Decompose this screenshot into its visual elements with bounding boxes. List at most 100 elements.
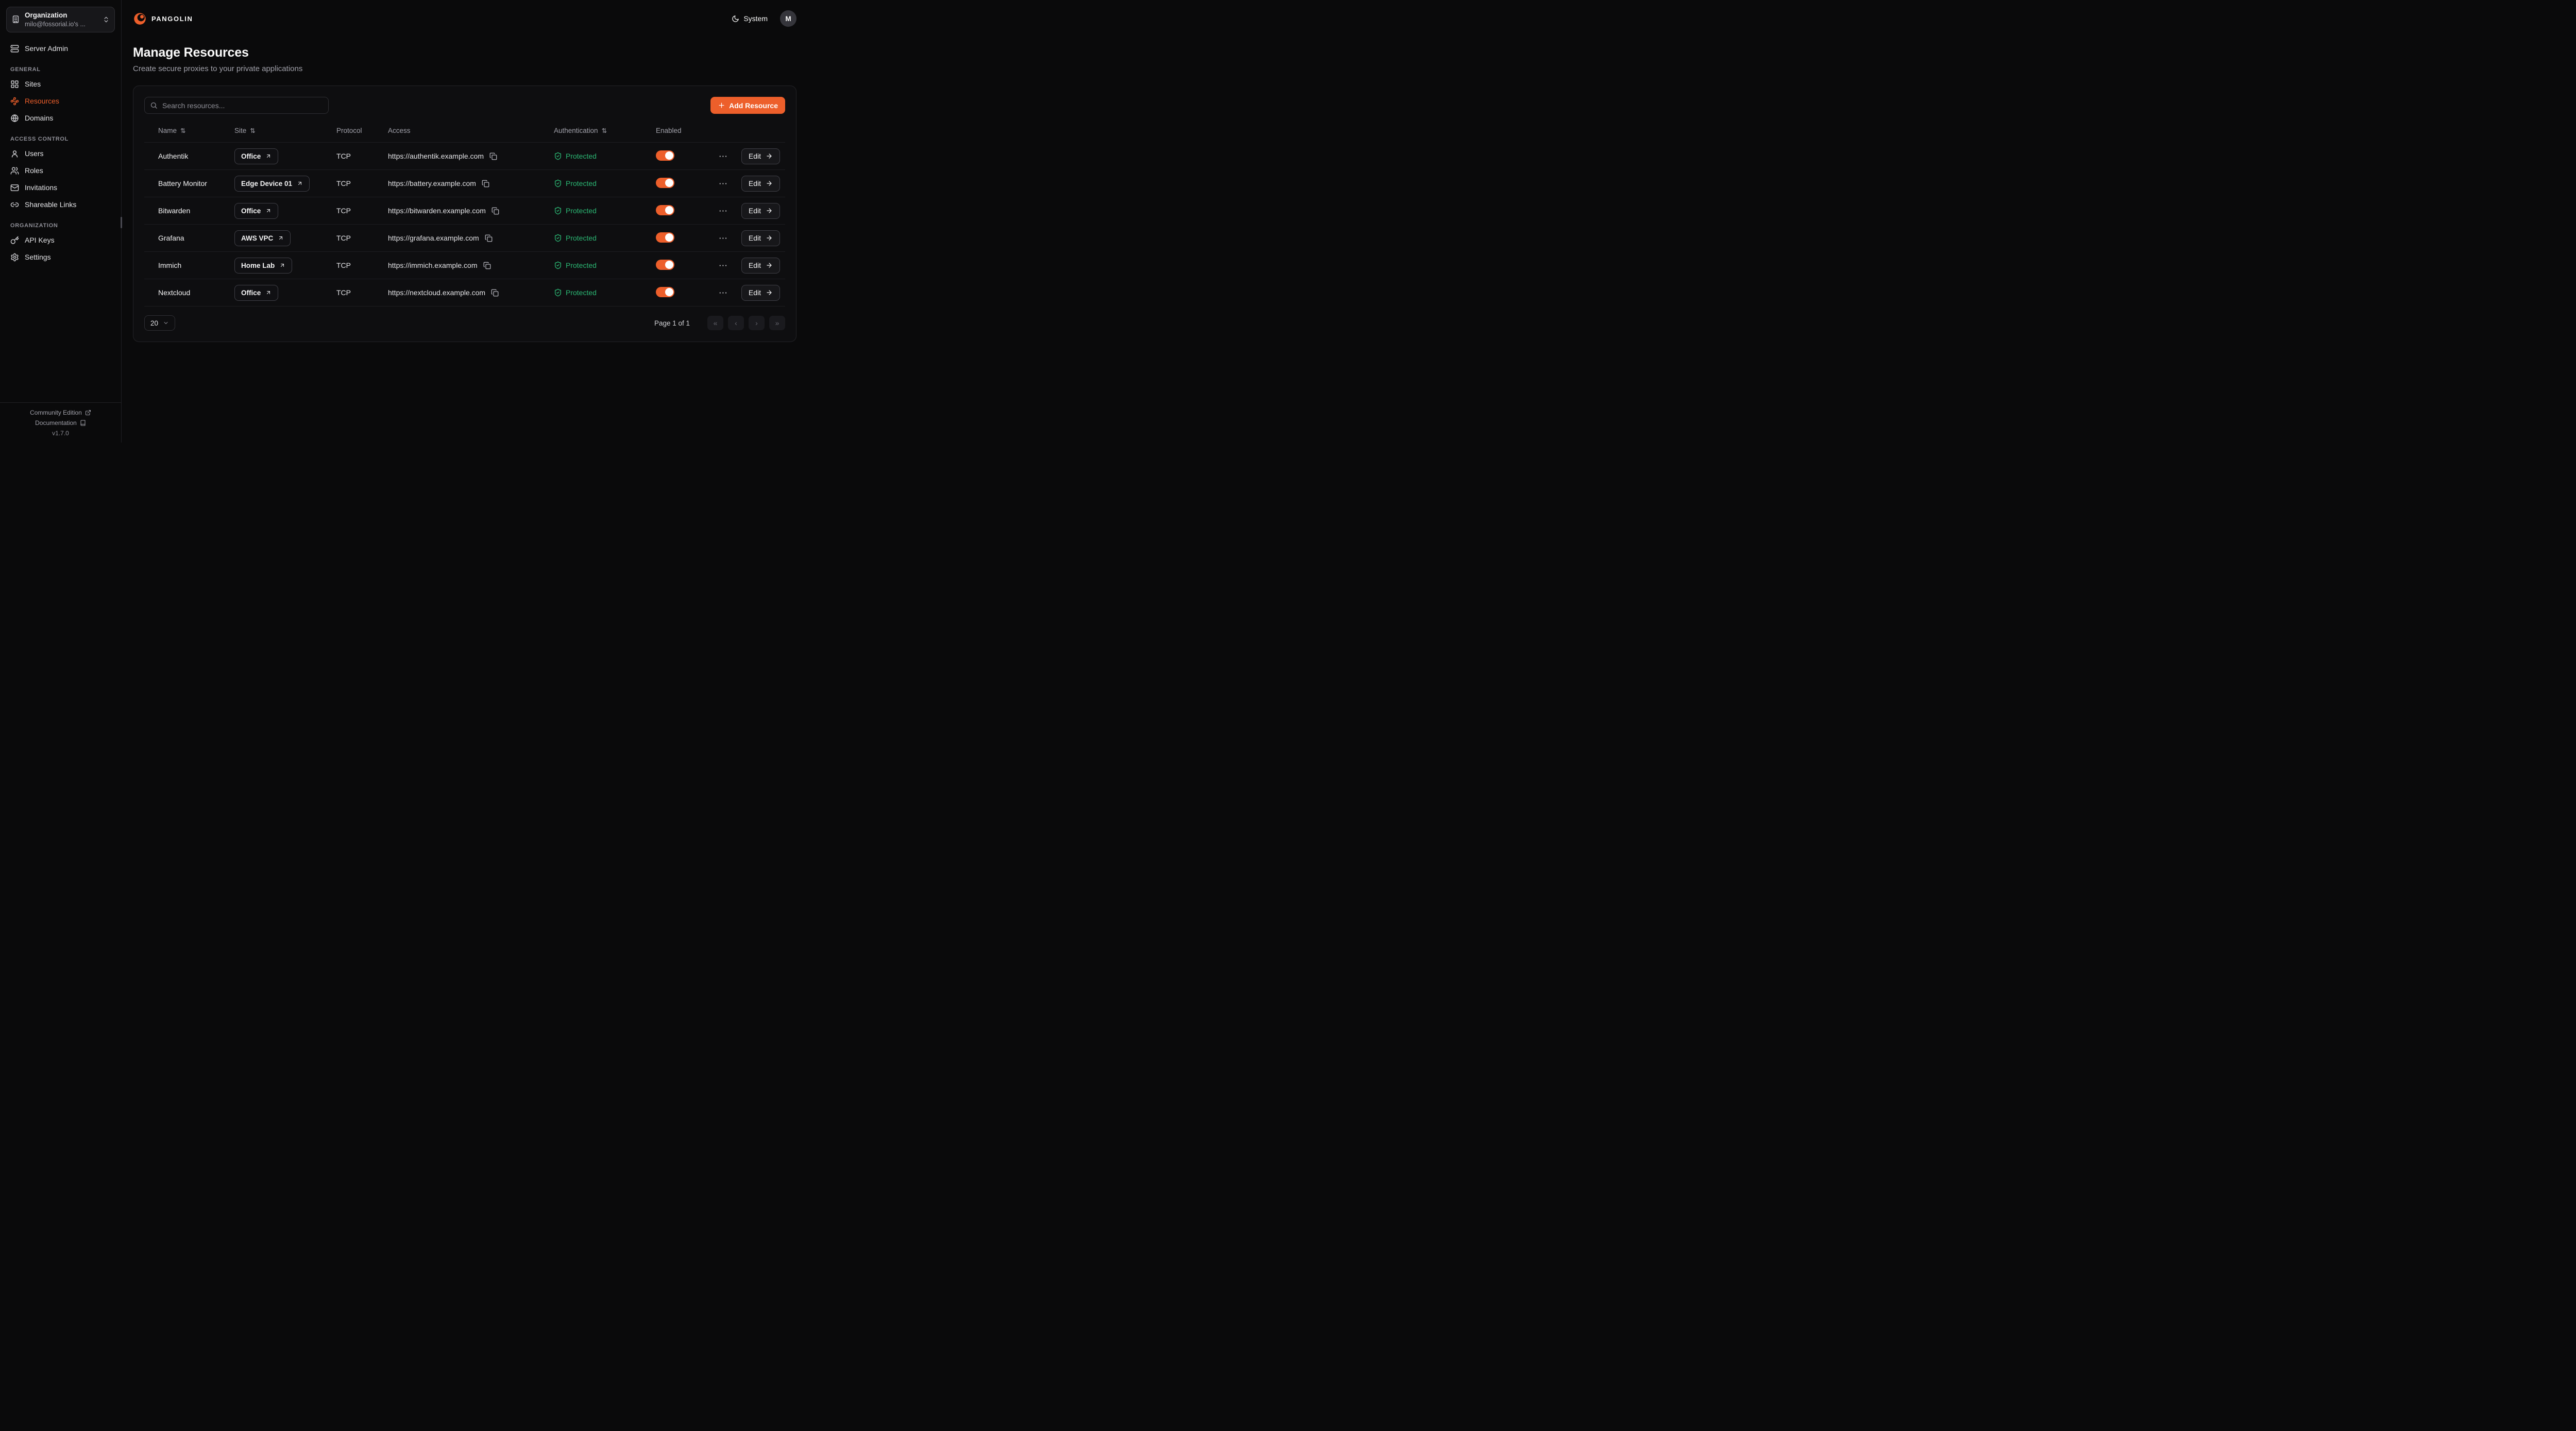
- edit-button[interactable]: Edit: [741, 285, 780, 301]
- enabled-toggle[interactable]: [656, 205, 674, 215]
- sidebar-item-label: Domains: [25, 114, 53, 122]
- page-title: Manage Resources: [133, 45, 796, 60]
- sort-icon[interactable]: ⇅: [602, 127, 607, 134]
- copy-url-button[interactable]: [491, 289, 499, 297]
- sidebar-item-shareable-links[interactable]: Shareable Links: [6, 197, 115, 213]
- sort-icon[interactable]: ⇅: [250, 127, 255, 134]
- next-page-button[interactable]: ›: [749, 316, 765, 330]
- site-name: AWS VPC: [241, 234, 273, 242]
- first-page-button[interactable]: «: [707, 316, 723, 330]
- page-size-value: 20: [150, 319, 158, 327]
- column-header-name[interactable]: Name ⇅: [158, 127, 234, 134]
- resource-name: Immich: [158, 261, 234, 269]
- waypoints-icon: [10, 97, 19, 106]
- table-row: Grafana AWS VPC TCP https://grafana.exam…: [144, 225, 785, 252]
- copy-icon: [491, 289, 499, 297]
- sidebar-item-domains[interactable]: Domains: [6, 110, 115, 126]
- search-input[interactable]: [144, 97, 329, 114]
- sidebar-item-resources[interactable]: Resources: [6, 93, 115, 109]
- sort-icon[interactable]: ⇅: [180, 127, 185, 134]
- user-icon: [10, 149, 19, 158]
- enabled-toggle[interactable]: [656, 232, 674, 243]
- edit-button[interactable]: Edit: [741, 203, 780, 219]
- column-label: Name: [158, 127, 177, 134]
- globe-icon: [10, 114, 19, 123]
- copy-url-button[interactable]: [482, 180, 489, 188]
- previous-page-button[interactable]: ‹: [728, 316, 744, 330]
- sidebar-item-roles[interactable]: Roles: [6, 163, 115, 179]
- page-size-select[interactable]: 20: [144, 315, 175, 331]
- table-row: Authentik Office TCP https://authentik.e…: [144, 143, 785, 170]
- book-icon: [80, 420, 86, 426]
- site-link-button[interactable]: Office: [234, 148, 278, 164]
- sidebar-resize-handle[interactable]: [121, 217, 122, 228]
- access-cell: https://grafana.example.com: [388, 234, 554, 242]
- sidebar-item-api-keys[interactable]: API Keys: [6, 232, 115, 248]
- site-link-button[interactable]: AWS VPC: [234, 230, 291, 246]
- edit-button[interactable]: Edit: [741, 230, 780, 246]
- row-menu-button[interactable]: ⋯: [717, 206, 730, 216]
- copy-url-button[interactable]: [492, 207, 499, 215]
- community-edition-link[interactable]: Community Edition: [30, 409, 91, 416]
- shield-check-icon: [554, 179, 562, 188]
- page-info: Page 1 of 1: [654, 319, 690, 327]
- shield-check-icon: [554, 288, 562, 297]
- enabled-toggle[interactable]: [656, 287, 674, 297]
- enabled-toggle[interactable]: [656, 178, 674, 188]
- arrow-up-right-icon: [265, 153, 272, 159]
- sidebar-item-settings[interactable]: Settings: [6, 249, 115, 265]
- row-menu-button[interactable]: ⋯: [717, 151, 730, 162]
- authentication-status: Protected: [566, 179, 597, 188]
- row-menu-button[interactable]: ⋯: [717, 233, 730, 244]
- row-menu-button[interactable]: ⋯: [717, 178, 730, 189]
- enabled-toggle[interactable]: [656, 260, 674, 270]
- access-url: https://grafana.example.com: [388, 234, 479, 242]
- edit-button[interactable]: Edit: [741, 258, 780, 274]
- site-link-button[interactable]: Edge Device 01: [234, 176, 310, 192]
- arrow-right-icon: [766, 262, 773, 269]
- access-url: https://authentik.example.com: [388, 152, 484, 160]
- row-actions: ⋯ Edit: [714, 230, 785, 246]
- table-row: Bitwarden Office TCP https://bitwarden.e…: [144, 197, 785, 225]
- last-page-button[interactable]: »: [769, 316, 785, 330]
- row-menu-button[interactable]: ⋯: [717, 287, 730, 298]
- authentication-status: Protected: [566, 207, 597, 215]
- site-link-button[interactable]: Office: [234, 285, 278, 301]
- theme-selector[interactable]: System: [732, 14, 768, 23]
- edit-button[interactable]: Edit: [741, 176, 780, 192]
- section-label-general: GENERAL: [10, 66, 111, 73]
- column-label: Protocol: [336, 127, 362, 134]
- sidebar-item-server-admin[interactable]: Server Admin: [6, 41, 115, 57]
- site-name: Office: [241, 207, 261, 215]
- column-header-site[interactable]: Site ⇅: [234, 127, 336, 134]
- enabled-toggle[interactable]: [656, 150, 674, 161]
- row-menu-button[interactable]: ⋯: [717, 260, 730, 271]
- access-url: https://battery.example.com: [388, 179, 476, 188]
- column-header-authentication[interactable]: Authentication ⇅: [554, 127, 656, 134]
- org-selector-subtitle: milo@fossorial.io's ...: [25, 20, 98, 28]
- site-link-button[interactable]: Office: [234, 203, 278, 219]
- copy-url-button[interactable]: [485, 234, 493, 242]
- community-edition-label: Community Edition: [30, 409, 82, 416]
- protocol: TCP: [336, 288, 388, 297]
- section-label-organization: ORGANIZATION: [10, 223, 111, 229]
- site-name: Edge Device 01: [241, 180, 292, 188]
- org-selector[interactable]: Organization milo@fossorial.io's ...: [6, 7, 115, 32]
- sidebar-item-sites[interactable]: Sites: [6, 76, 115, 92]
- copy-url-button[interactable]: [483, 262, 491, 269]
- avatar[interactable]: M: [780, 10, 796, 27]
- mail-icon: [10, 183, 19, 192]
- site-link-button[interactable]: Home Lab: [234, 258, 292, 274]
- sidebar-item-users[interactable]: Users: [6, 146, 115, 162]
- copy-url-button[interactable]: [489, 152, 497, 160]
- resource-name: Nextcloud: [158, 288, 234, 297]
- edit-label: Edit: [749, 207, 761, 215]
- edit-button[interactable]: Edit: [741, 148, 780, 164]
- add-resource-button[interactable]: Add Resource: [710, 97, 785, 114]
- sidebar-item-invitations[interactable]: Invitations: [6, 180, 115, 196]
- sidebar-item-label: Sites: [25, 80, 41, 88]
- access-cell: https://authentik.example.com: [388, 152, 554, 160]
- theme-selector-label: System: [743, 14, 768, 23]
- site-name: Office: [241, 152, 261, 160]
- documentation-link[interactable]: Documentation: [35, 419, 86, 427]
